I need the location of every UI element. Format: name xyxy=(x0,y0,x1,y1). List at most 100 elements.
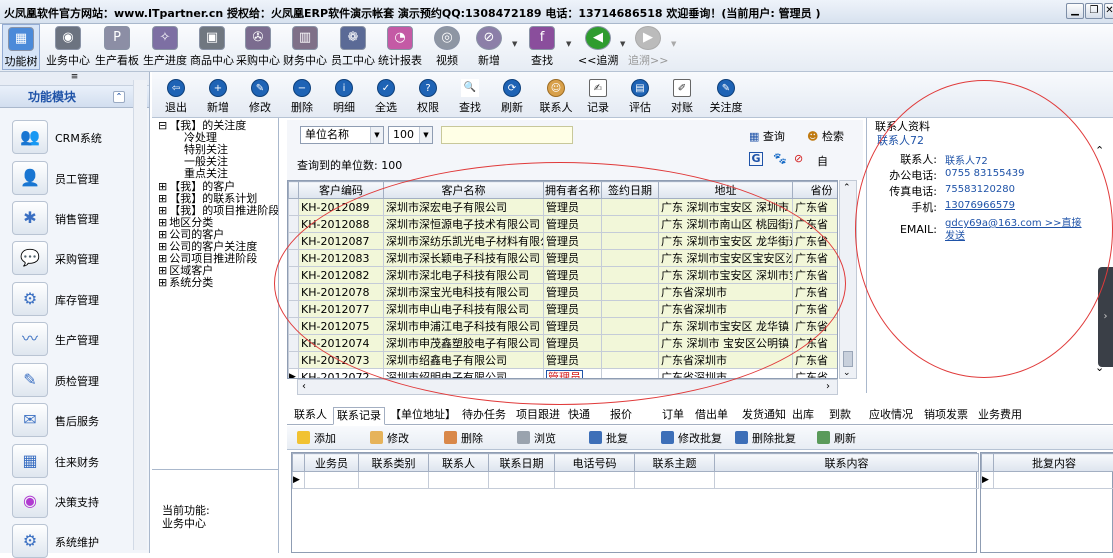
table-row[interactable]: KH-2012075深圳市申浦江电子科技有限公司管理员广东 深圳市宝安区 龙华镇… xyxy=(289,318,839,335)
table-cell[interactable]: 广东省 xyxy=(793,352,839,369)
tree-expander-icon[interactable]: ⊞ xyxy=(158,276,167,289)
reconcile-button[interactable]: ✐对账 xyxy=(662,79,702,115)
approve-button[interactable]: 批复 xyxy=(589,430,628,446)
table-cell[interactable]: 管理员 xyxy=(544,250,602,267)
table-cell[interactable]: 深圳市深宏电子有限公司 xyxy=(384,199,544,216)
table-cell[interactable]: 管理员 xyxy=(544,284,602,301)
table-cell[interactable]: KH-2012072 xyxy=(299,369,384,380)
tree-expander-icon[interactable]: ⊞ xyxy=(158,228,167,241)
record-refresh-button[interactable]: 刷新 xyxy=(817,430,856,446)
query-button[interactable]: ▦ 查询 xyxy=(749,128,785,144)
table-cell[interactable]: 广东省深圳市 xyxy=(659,369,793,380)
row-indicator[interactable] xyxy=(289,233,299,250)
nav-crm[interactable]: 👥CRM系统 xyxy=(10,119,142,155)
record-browse-button[interactable]: 浏览 xyxy=(517,430,556,446)
scroll-thumb[interactable] xyxy=(843,351,853,367)
table-cell[interactable]: KH-2012082 xyxy=(299,267,384,284)
grid-column-header[interactable]: 客户名称 xyxy=(384,182,544,199)
table-cell[interactable]: 广东 深圳市宝安区 龙华镇 xyxy=(659,318,793,335)
result-count-select[interactable]: 100▼ xyxy=(388,126,433,144)
table-cell[interactable]: 管理员 xyxy=(544,216,602,233)
forward-dropdown-icon[interactable]: ▼ xyxy=(671,40,676,48)
table-cell[interactable] xyxy=(602,335,659,352)
toolbar-new[interactable]: ⊘新增 xyxy=(472,24,506,70)
attention-button[interactable]: ✎关注度 xyxy=(704,79,748,115)
table-cell[interactable] xyxy=(602,233,659,250)
table-cell[interactable]: 深圳市深纺乐凯光电子材料有限公司 xyxy=(384,233,544,250)
table-row[interactable]: ▶KH-2012072深圳市绍明电子有限公司管理员广东省深圳市广东省 xyxy=(289,369,839,380)
new-dropdown-icon[interactable]: ▼ xyxy=(512,40,517,48)
records-column-header[interactable]: 联系人 xyxy=(429,454,489,472)
table-cell[interactable]: KH-2012075 xyxy=(299,318,384,335)
table-cell[interactable]: 深圳市深恒源电子技术有限公司 xyxy=(384,216,544,233)
table-cell[interactable] xyxy=(602,199,659,216)
refresh-button[interactable]: ⟳刷新 xyxy=(492,79,532,115)
table-cell[interactable] xyxy=(602,369,659,380)
table-row[interactable]: KH-2012089深圳市深宏电子有限公司管理员广东 深圳市宝安区 深圳市广东省 xyxy=(289,199,839,216)
table-cell[interactable]: KH-2012083 xyxy=(299,250,384,267)
grid-column-header[interactable]: 省份 xyxy=(793,182,839,199)
table-cell[interactable]: KH-2012077 xyxy=(299,301,384,318)
table-cell[interactable]: 广东 深圳市宝安区 深圳市宝安 xyxy=(659,267,793,284)
tab-13[interactable]: 销项发票 xyxy=(921,407,971,423)
collapse-handle[interactable]: ≡ xyxy=(0,72,149,86)
table-cell[interactable]: 广东 深圳市宝安区 深圳市 xyxy=(659,199,793,216)
mobile-value[interactable]: 13076966579 xyxy=(945,200,1015,211)
toolbar-trace-forward[interactable]: ▶追溯>> xyxy=(628,24,668,70)
scroll-down-icon[interactable]: ⌄ xyxy=(843,368,851,378)
table-cell[interactable]: 深圳市深北电子科技有限公司 xyxy=(384,267,544,284)
table-row[interactable]: KH-2012073深圳市绍鑫电子有限公司管理员广东省深圳市广东省 xyxy=(289,352,839,369)
delete-approve-button[interactable]: 删除批复 xyxy=(735,430,796,446)
toolbar-production-progress[interactable]: ✧生产进度 xyxy=(142,24,188,70)
nav-sales[interactable]: ✱销售管理 xyxy=(10,200,142,236)
table-cell[interactable]: 广东省 xyxy=(793,199,839,216)
tree-expander-icon[interactable]: ⊞ xyxy=(158,180,167,193)
records-column-header[interactable]: 联系主题 xyxy=(635,454,715,472)
nav-system[interactable]: ⚙系统维护 xyxy=(10,523,142,553)
contacts-button[interactable]: ☺联系人 xyxy=(534,79,578,115)
row-indicator[interactable] xyxy=(289,352,299,369)
table-cell[interactable]: 深圳市申浦江电子科技有限公司 xyxy=(384,318,544,335)
edit-approve-button[interactable]: 修改批复 xyxy=(661,430,722,446)
table-cell[interactable] xyxy=(602,318,659,335)
grid-horizontal-scrollbar[interactable]: ‹ › xyxy=(297,379,838,395)
table-cell[interactable]: 广东省 xyxy=(793,318,839,335)
delete-button[interactable]: −删除 xyxy=(282,79,322,115)
table-cell[interactable]: 管理员 xyxy=(544,369,602,380)
row-indicator[interactable] xyxy=(289,216,299,233)
scroll-up-icon[interactable]: ⌃ xyxy=(843,183,851,193)
toolbar-find[interactable]: f查找 xyxy=(525,24,559,70)
search-button[interactable]: 🔍查找 xyxy=(450,79,490,115)
nav-finance[interactable]: ▦往来财务 xyxy=(10,443,142,479)
toolbar-employee-center[interactable]: ❁员工中心 xyxy=(329,24,377,70)
tab-0[interactable]: 联系人 xyxy=(291,407,330,423)
search-field-select[interactable]: 单位名称▼ xyxy=(300,126,384,144)
email-link[interactable]: gdcy69a@163.com >>直接发送 xyxy=(945,217,1085,243)
contact-name[interactable]: 联系人72 xyxy=(877,132,924,148)
table-cell[interactable]: KH-2012088 xyxy=(299,216,384,233)
exit-button[interactable]: ⇦退出 xyxy=(156,79,196,115)
table-cell[interactable] xyxy=(602,284,659,301)
table-row[interactable]: KH-2012088深圳市深恒源电子技术有限公司管理员广东 深圳市南山区 桃园街… xyxy=(289,216,839,233)
tab-12[interactable]: 应收情况 xyxy=(866,407,916,423)
nav-decision[interactable]: ◉决策支持 xyxy=(10,483,142,519)
record-edit-button[interactable]: 修改 xyxy=(370,430,409,446)
side-handle-icon[interactable]: › xyxy=(1098,267,1113,367)
table-cell[interactable]: 广东省 xyxy=(793,301,839,318)
row-pointer-icon[interactable]: ▶ xyxy=(289,369,299,380)
table-cell[interactable]: 管理员 xyxy=(544,352,602,369)
approval-new-row[interactable]: ▶ xyxy=(982,472,1113,489)
table-cell[interactable] xyxy=(602,250,659,267)
table-cell[interactable]: 广东 深圳市宝安区 龙华街道 xyxy=(659,233,793,250)
table-cell[interactable]: 广东省 xyxy=(793,284,839,301)
records-new-row[interactable]: ▶ xyxy=(293,472,979,489)
table-cell[interactable]: 广东省 xyxy=(793,267,839,284)
nav-inventory[interactable]: ⚙库存管理 xyxy=(10,281,142,317)
row-indicator[interactable] xyxy=(289,335,299,352)
grid-vertical-scrollbar[interactable]: ⌃ ⌄ xyxy=(839,180,857,379)
records-column-header[interactable]: 联系类别 xyxy=(359,454,429,472)
evaluate-button[interactable]: ▤评估 xyxy=(620,79,660,115)
self-button[interactable]: 自 xyxy=(817,153,828,169)
toolbar-video[interactable]: ◎视频 xyxy=(430,24,464,70)
find-dropdown-icon[interactable]: ▼ xyxy=(566,40,571,48)
